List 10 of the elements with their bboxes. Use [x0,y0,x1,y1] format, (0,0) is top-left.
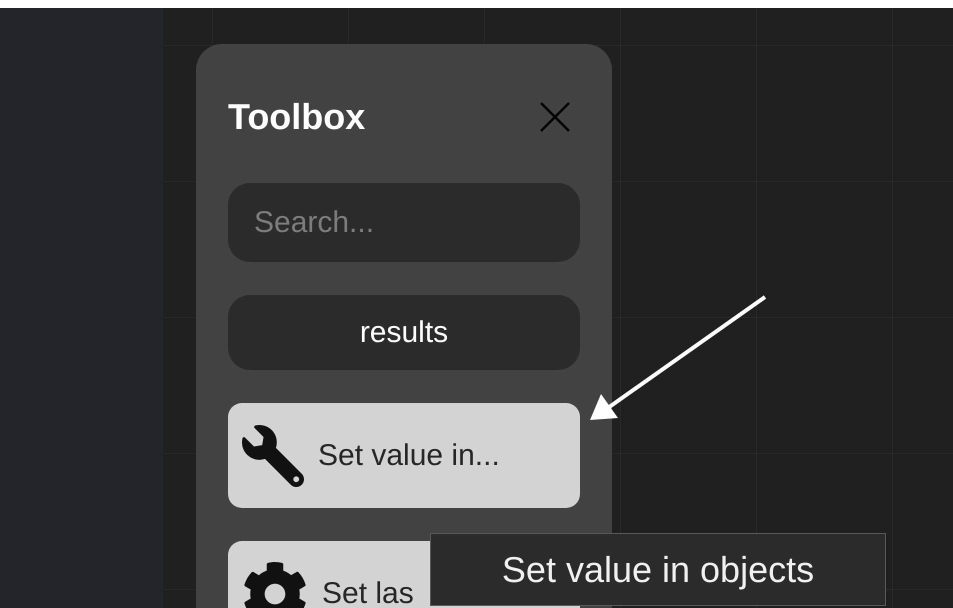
tool-label: Set las [322,576,414,608]
gear-icon [242,560,308,608]
tooltip: Set value in objects [430,533,886,606]
panel-title: Toolbox [228,96,366,138]
tool-label: Set value in... [318,438,500,472]
results-button[interactable]: results [228,295,580,370]
wrench-icon [242,424,304,486]
search-field[interactable]: Search... [228,183,580,262]
close-button[interactable] [538,100,572,134]
tool-item[interactable]: Set value in... [228,403,580,508]
